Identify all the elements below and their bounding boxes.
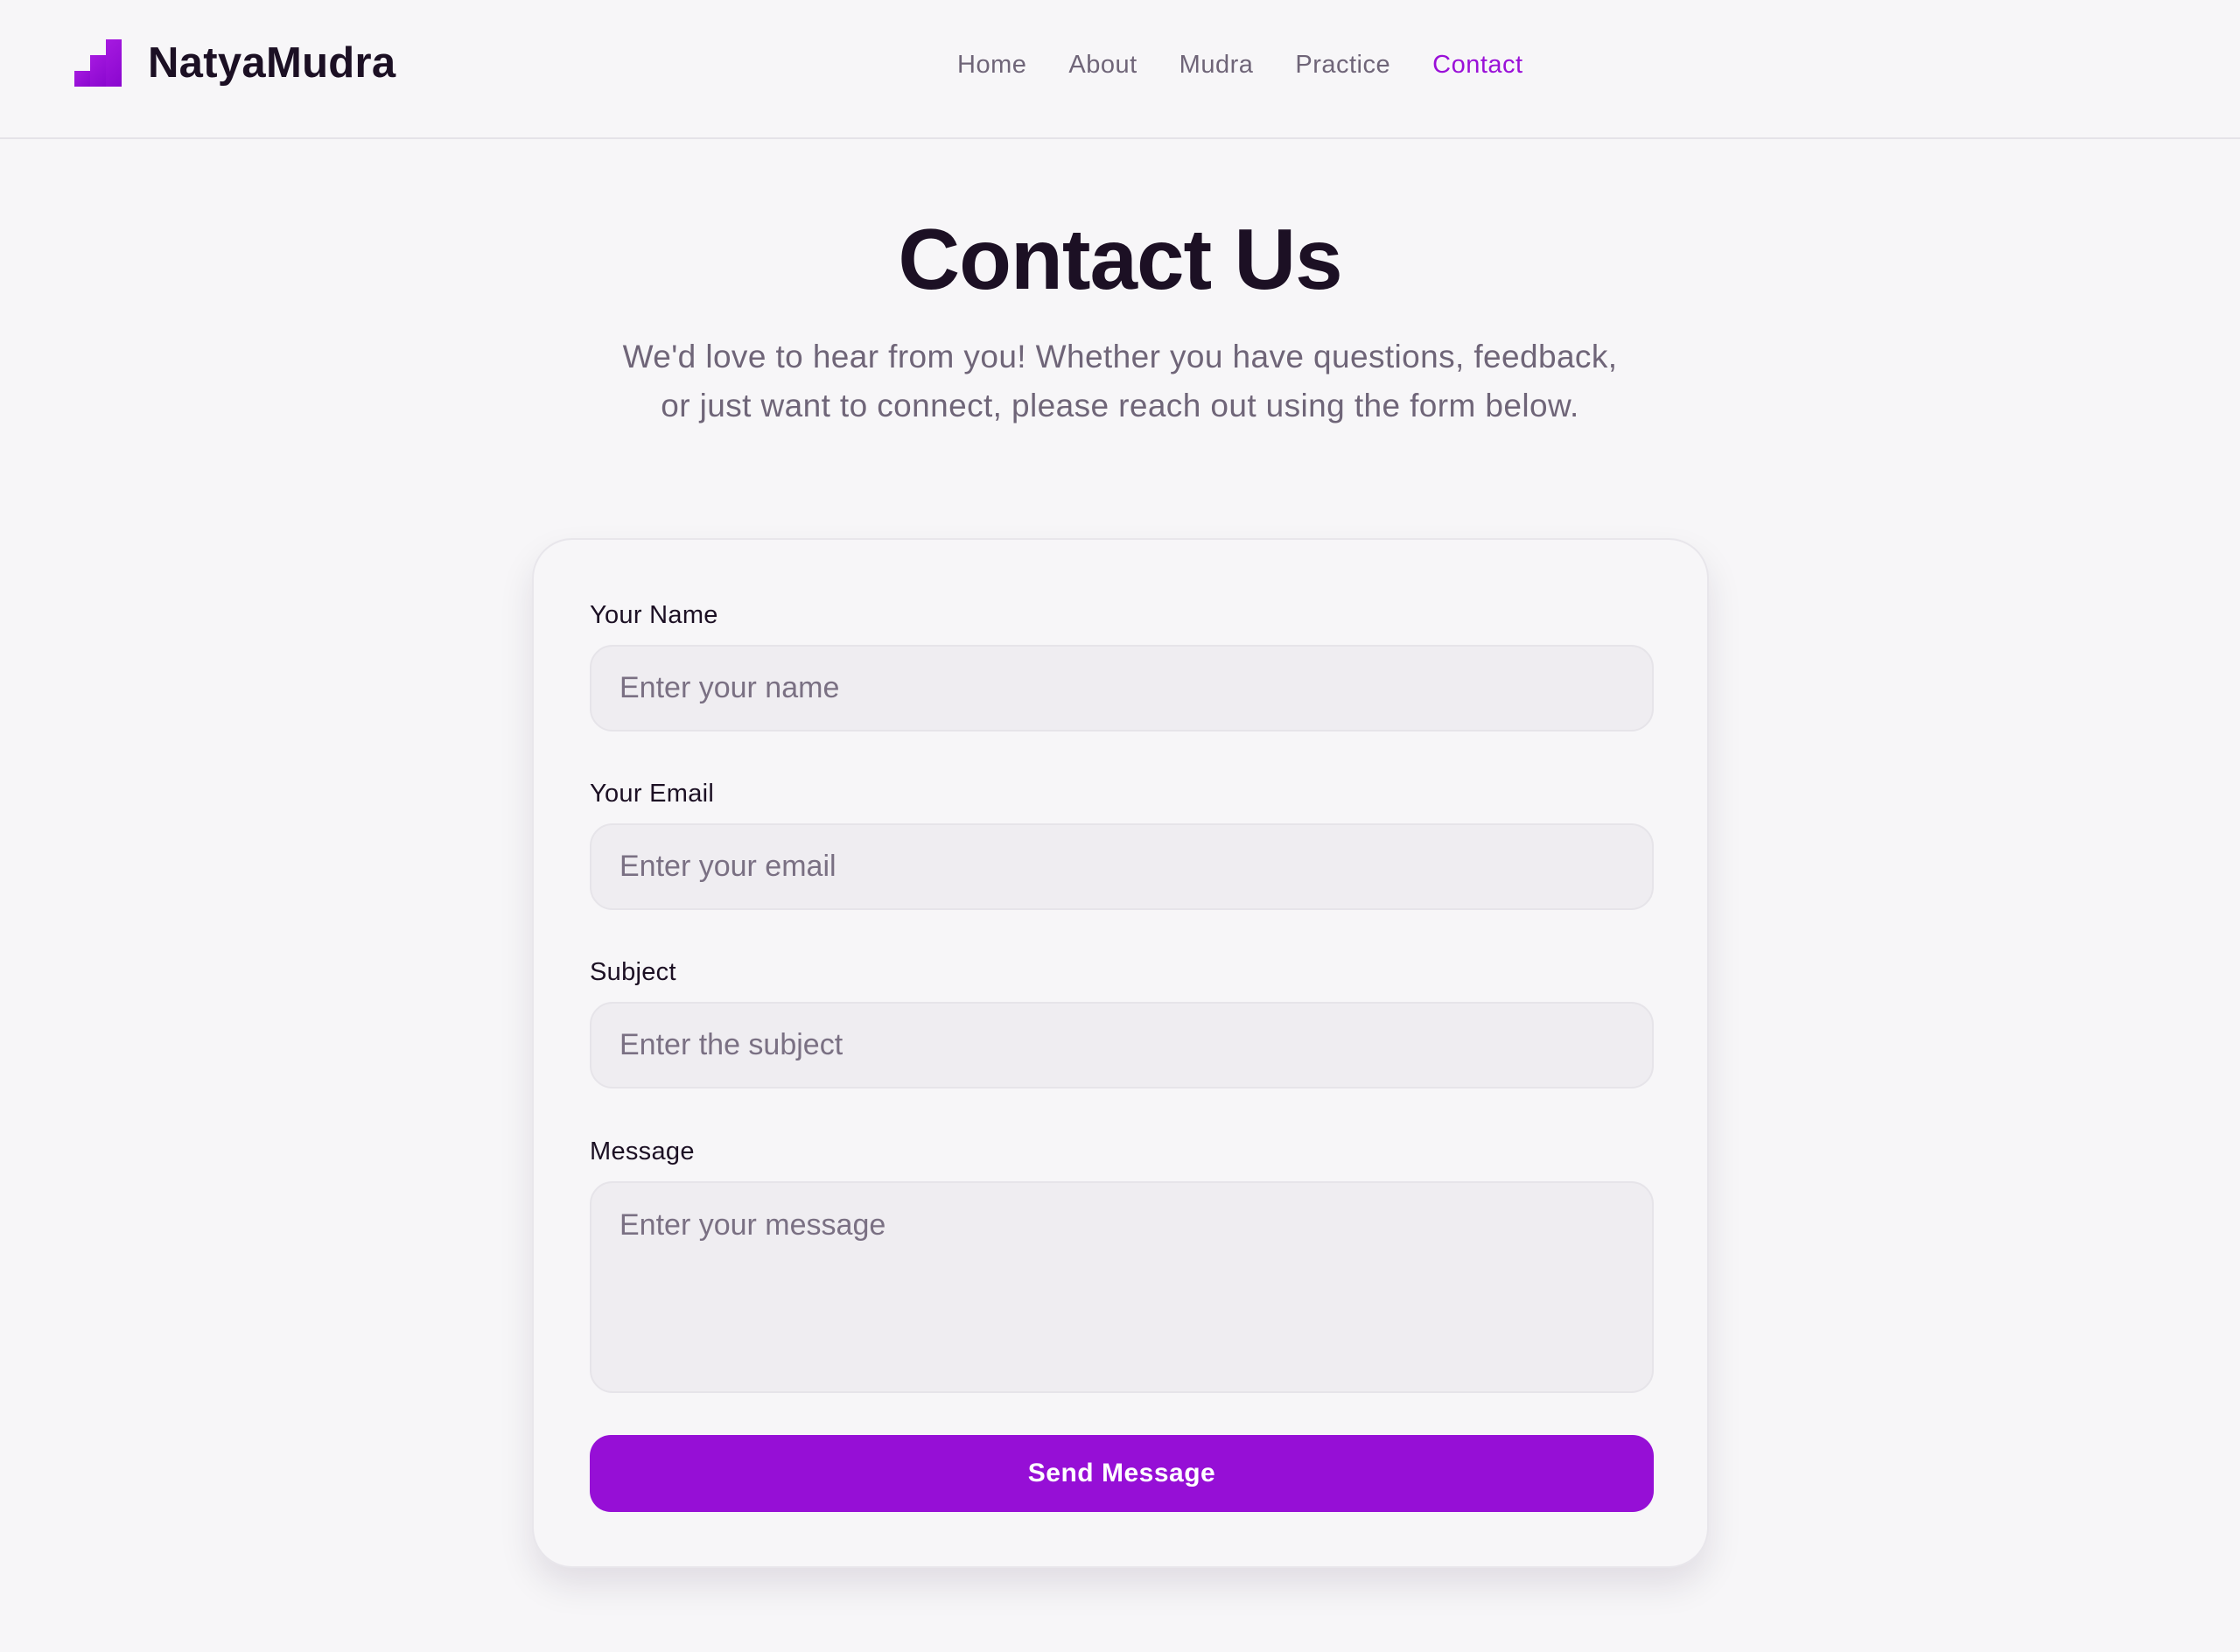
name-input[interactable] [590,645,1654,732]
message-textarea[interactable] [590,1181,1654,1393]
brand-name: NatyaMudra [148,39,396,87]
name-label: Your Name [590,601,718,629]
contact-form: Your Name Your Email Subject Message Sen… [532,538,1709,1568]
main-nav: Home About Mudra Practice Contact [957,51,1523,80]
subject-input[interactable] [590,1002,1654,1088]
nav-link-mudra[interactable]: Mudra [1180,51,1254,80]
site-header: NatyaMudra Home About Mudra Practice Con… [0,0,2240,139]
nav-link-practice[interactable]: Practice [1295,51,1390,80]
subject-label: Subject [590,958,676,986]
page-subtitle: We'd love to hear from you! Whether you … [622,339,1618,424]
email-label: Your Email [590,780,715,808]
nav-link-about[interactable]: About [1068,51,1137,80]
email-input[interactable] [590,823,1654,910]
page-title: Contact Us [898,211,1342,307]
message-label: Message [590,1138,695,1166]
stairs-logo-icon [74,39,122,87]
send-message-button[interactable]: Send Message [590,1435,1654,1512]
brand-logo[interactable]: NatyaMudra [74,38,396,88]
nav-link-home[interactable]: Home [957,51,1026,80]
nav-link-contact[interactable]: Contact [1432,51,1522,80]
